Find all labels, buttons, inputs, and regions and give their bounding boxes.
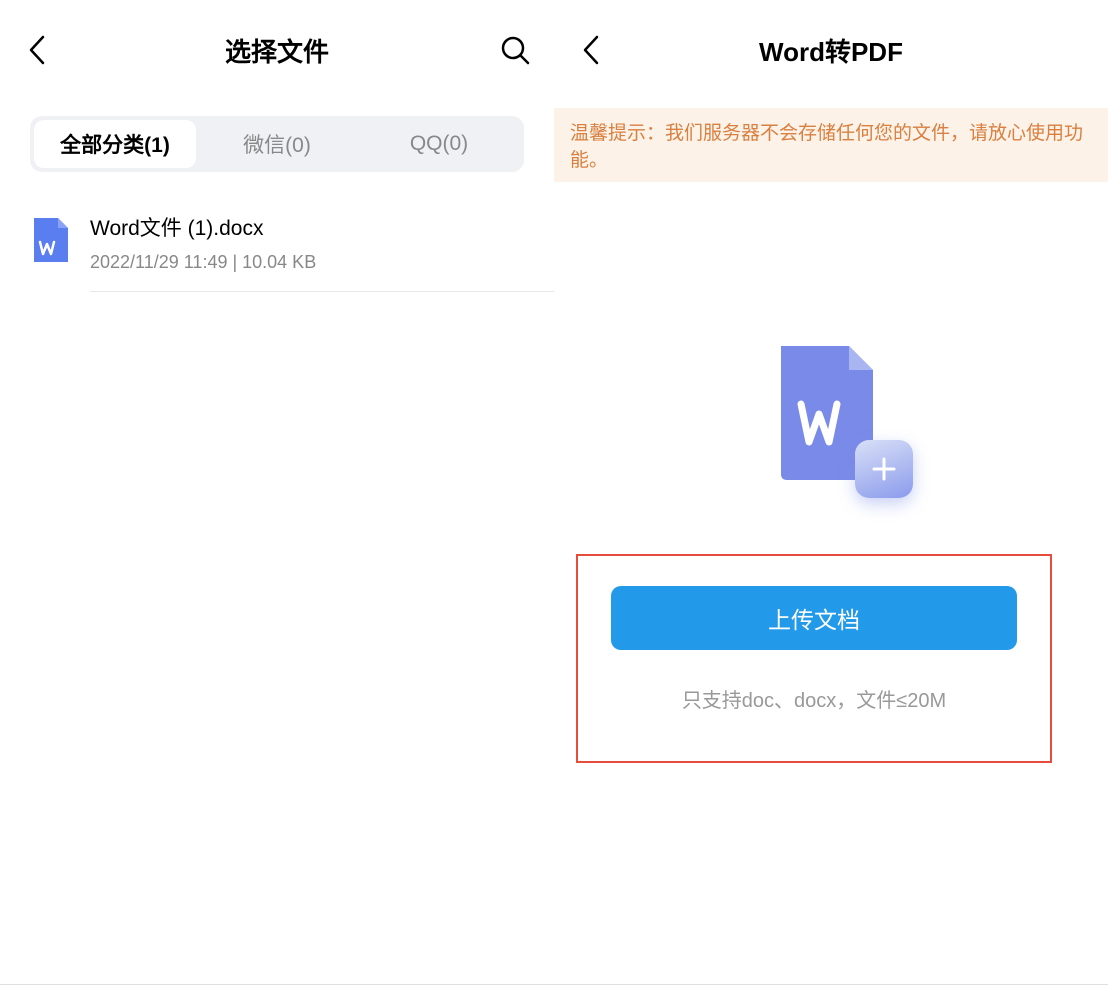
file-info: Word文件 (1).docx 2022/11/29 11:49 | 10.04…: [90, 212, 554, 292]
back-icon[interactable]: [582, 35, 600, 65]
upload-area: [554, 342, 1108, 492]
plus-icon: [855, 440, 913, 498]
upload-icon[interactable]: [771, 342, 891, 492]
upload-box: 上传文档 只支持doc、docx，文件≤20M: [576, 554, 1052, 763]
upload-hint: 只支持doc、docx，文件≤20M: [682, 684, 946, 713]
search-icon[interactable]: [500, 35, 530, 65]
file-meta: 2022/11/29 11:49 | 10.04 KB: [90, 252, 524, 273]
tabs: 全部分类(1) 微信(0) QQ(0): [30, 116, 524, 172]
header-left: 选择文件: [0, 0, 554, 100]
upload-button[interactable]: 上传文档: [611, 586, 1017, 650]
word-file-icon: [30, 216, 70, 264]
page-title-right: Word转PDF: [759, 32, 903, 69]
file-list: Word文件 (1).docx 2022/11/29 11:49 | 10.04…: [0, 212, 554, 310]
file-name: Word文件 (1).docx: [90, 212, 524, 242]
word-to-pdf-panel: Word转PDF 温馨提示：我们服务器不会存储任何您的文件，请放心使用功能。 上…: [554, 0, 1108, 985]
select-file-panel: 选择文件 全部分类(1) 微信(0) QQ(0) Word文件 (1).docx…: [0, 0, 554, 985]
tab-wechat[interactable]: 微信(0): [196, 120, 358, 168]
header-right: Word转PDF: [554, 0, 1108, 100]
tab-qq[interactable]: QQ(0): [358, 120, 520, 168]
tab-all[interactable]: 全部分类(1): [34, 120, 196, 168]
file-item[interactable]: Word文件 (1).docx 2022/11/29 11:49 | 10.04…: [30, 212, 554, 310]
back-icon[interactable]: [28, 35, 46, 65]
page-title-left: 选择文件: [225, 32, 329, 69]
notice-bar: 温馨提示：我们服务器不会存储任何您的文件，请放心使用功能。: [554, 108, 1108, 182]
